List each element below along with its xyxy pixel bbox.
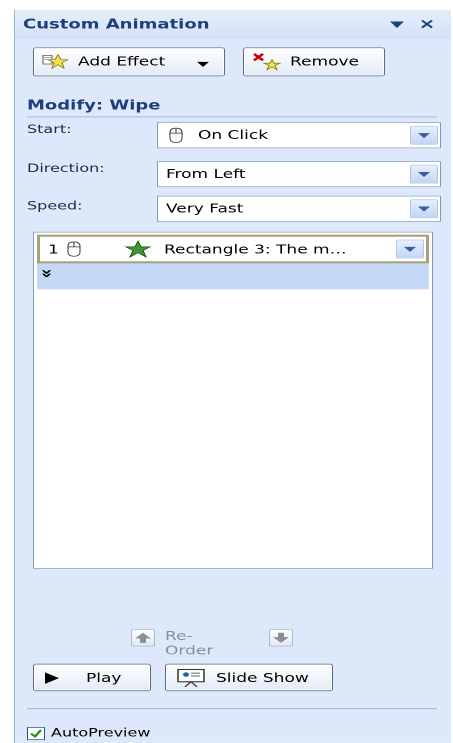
mouse-click-icon [64, 240, 84, 261]
add-effect-button[interactable]: Add Effect [33, 47, 225, 77]
speed-value: Very Fast [166, 201, 244, 216]
move-up-button[interactable] [131, 629, 155, 647]
add-effect-label: Add Effect [78, 54, 166, 70]
add-effect-star-icon [42, 53, 70, 74]
move-down-button[interactable] [269, 629, 293, 647]
list-expand-row[interactable]: » [35, 263, 429, 290]
slide-show-button[interactable]: Slide Show [165, 663, 333, 692]
checkmark-icon [30, 729, 43, 738]
bottom-divider [27, 708, 437, 710]
speed-dropdown[interactable]: Very Fast [157, 195, 441, 222]
custom-animation-pane: Custom Animation × Add Effect Remove Mod… [14, 10, 451, 743]
modify-section-title: Modify: Wipe [27, 97, 161, 113]
pane-title-bar: Custom Animation × [15, 10, 451, 39]
speed-dropdown-arrow-icon[interactable] [410, 199, 438, 219]
play-button[interactable]: Play [33, 663, 151, 692]
play-icon [44, 672, 60, 689]
list-item-name: Rectangle 3: The m… [164, 242, 347, 257]
pane-title: Custom Animation [23, 17, 210, 33]
remove-label: Remove [290, 54, 359, 70]
entrance-effect-star-icon [124, 240, 152, 262]
slide-show-label: Slide Show [216, 670, 309, 686]
autopreview-label[interactable]: AutoPreview [51, 726, 150, 740]
list-item-index: 1 [48, 242, 59, 257]
animation-list[interactable]: 1 Rectangle 3: The m… » [33, 231, 433, 569]
play-label: Play [86, 670, 122, 686]
start-dropdown[interactable]: On Click [157, 122, 441, 149]
direction-dropdown[interactable]: From Left [157, 161, 441, 188]
list-item-dropdown-arrow-icon[interactable] [396, 239, 424, 259]
slide-show-icon [176, 668, 206, 692]
mouse-click-icon [166, 127, 186, 148]
remove-effect-icon [252, 52, 282, 74]
modify-divider [27, 116, 437, 118]
add-effect-dropdown-icon [196, 58, 210, 72]
autopreview-checkbox[interactable] [27, 727, 45, 741]
remove-button[interactable]: Remove [243, 47, 385, 77]
pane-menu-arrow-icon[interactable] [387, 17, 407, 31]
start-label: Start: [27, 122, 72, 136]
direction-label: Direction: [27, 161, 105, 175]
speed-label: Speed: [27, 198, 83, 213]
direction-value: From Left [166, 166, 246, 182]
list-item[interactable]: 1 Rectangle 3: The m… [37, 234, 429, 264]
expand-chevron-icon[interactable]: » [35, 269, 59, 278]
start-value: On Click [198, 128, 269, 143]
pane-close-icon[interactable]: × [416, 15, 438, 32]
direction-dropdown-arrow-icon[interactable] [410, 164, 438, 184]
reorder-label: Re-Order [165, 629, 214, 658]
start-dropdown-arrow-icon[interactable] [410, 125, 438, 145]
